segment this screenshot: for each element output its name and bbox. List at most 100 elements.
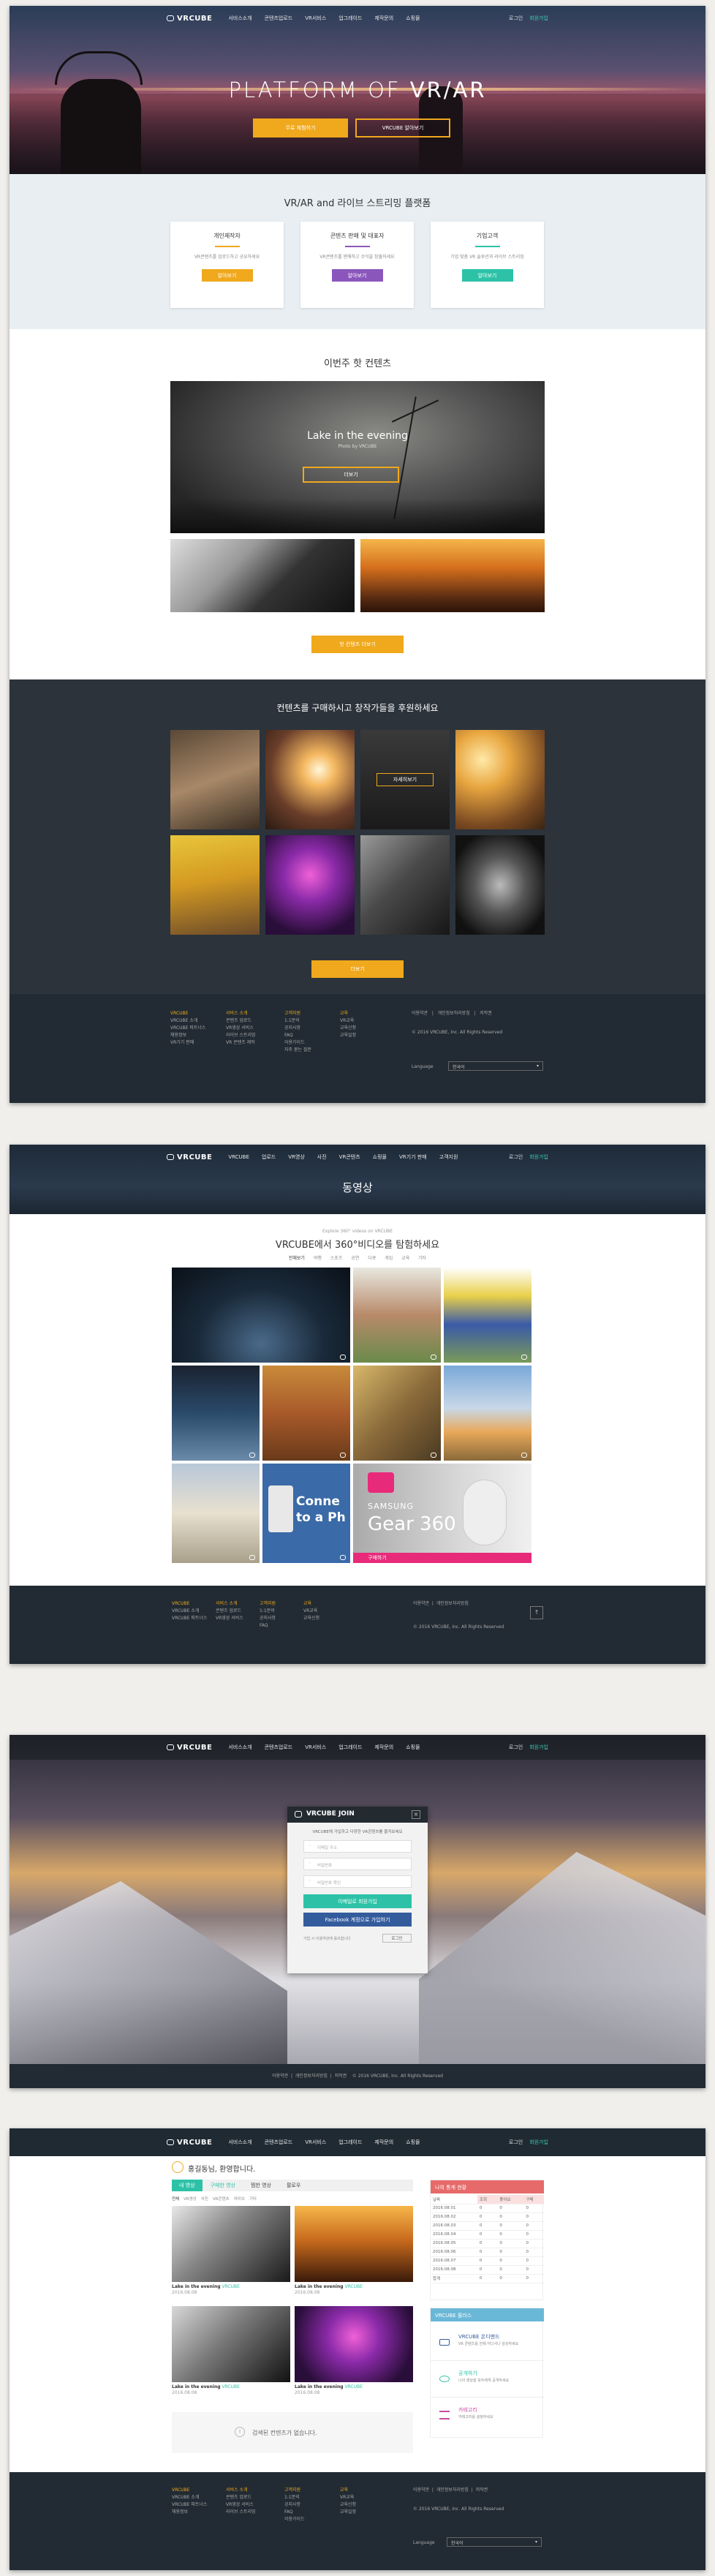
footer-link[interactable]: 이용가이드 [284, 2517, 305, 2522]
brand-logo[interactable]: VRCUBE [167, 1744, 212, 1752]
gear360-promo[interactable]: SAMSUNG Gear 360 구매하기 [353, 1464, 531, 1563]
brand-logo[interactable]: VRCUBE [167, 1153, 212, 1161]
nav-item[interactable]: VRCUBE [228, 1154, 249, 1160]
footer-link[interactable]: 라이브 스트리밍 [226, 2509, 256, 2515]
footer-right-link[interactable]: 개인정보처리방침 [438, 1011, 470, 1016]
footer-link[interactable]: 콘텐츠 업로드 [216, 1608, 241, 1613]
grid-photo[interactable] [265, 730, 355, 829]
nav-item[interactable]: 제작문의 [374, 15, 393, 22]
free-trial-button[interactable]: 무료 체험하기 [253, 118, 348, 138]
nav-item[interactable]: 사진 [317, 1153, 327, 1161]
footer-right-link[interactable]: 이용약관 [272, 2074, 288, 2079]
grid-photo[interactable] [455, 835, 545, 935]
footer-right-link[interactable]: 저작권 [476, 2488, 488, 2493]
filter-item[interactable]: 기타 [418, 1256, 426, 1261]
support-more-button[interactable]: 더보기 [311, 960, 404, 978]
footer-link[interactable]: 교육신청 [340, 1025, 356, 1031]
heart-icon[interactable] [340, 1453, 346, 1458]
footer-link[interactable]: 공지사항 [260, 1616, 276, 1621]
video-thumb[interactable] [444, 1366, 531, 1461]
footer-link[interactable]: 공지사항 [284, 2502, 300, 2507]
video-thumb[interactable] [353, 1268, 441, 1363]
footer-link[interactable]: 콘텐츠 업로드 [226, 2495, 251, 2500]
connect-promo[interactable]: Conne to a Ph [262, 1464, 350, 1563]
footer-link[interactable]: VRCUBE 소개 [170, 1018, 197, 1023]
nav-item[interactable]: 업로드 [262, 1153, 276, 1161]
footer-right-link[interactable]: 이용약관 [413, 2488, 429, 2493]
footer-link[interactable]: 이용가이드 [284, 1040, 305, 1045]
heart-icon[interactable] [521, 1453, 527, 1458]
brand-logo[interactable]: VRCUBE [167, 2139, 212, 2147]
nav-item[interactable]: VR기기 판매 [399, 1153, 427, 1161]
footer-link[interactable]: 1:1문의 [284, 1018, 300, 1023]
filter-item[interactable]: 스포츠 [330, 1256, 343, 1261]
nav-item[interactable]: 쇼핑몰 [406, 1744, 420, 1751]
nav-item[interactable]: 콘텐츠업로드 [265, 2139, 293, 2146]
footer-link[interactable]: 라이브 스트리밍 [226, 1033, 256, 1038]
grid-photo[interactable] [170, 835, 260, 935]
filter-item[interactable]: 전체 [172, 2197, 179, 2202]
footer-link[interactable]: VRCUBE 소개 [172, 2495, 199, 2500]
nav-item[interactable]: 콘텐츠업로드 [265, 1744, 293, 1751]
heart-icon[interactable] [340, 1355, 346, 1360]
filter-item[interactable]: 다큐 [368, 1256, 376, 1261]
heart-icon[interactable] [431, 1355, 436, 1360]
heart-icon[interactable] [249, 1453, 255, 1458]
nav-item[interactable]: VR콘텐츠 [339, 1153, 360, 1161]
nav-item[interactable]: 업그레이드 [338, 1744, 362, 1751]
tab-wishlist[interactable]: 찜한 영상 [243, 2180, 279, 2191]
footer-link[interactable]: 자주 묻는 질문 [284, 1047, 311, 1052]
nav-item[interactable]: 콘텐츠업로드 [265, 15, 293, 22]
facebook-signup-button[interactable]: Facebook 계정으로 가입하기 [303, 1913, 412, 1927]
thumb-image[interactable] [170, 539, 355, 612]
footer-link[interactable]: 교육일정 [340, 1033, 356, 1038]
filter-item[interactable]: 교육 [401, 1256, 409, 1261]
nav-item[interactable]: 서비스소개 [228, 2139, 251, 2146]
footer-link[interactable]: 1:1문의 [260, 1608, 275, 1613]
heart-icon[interactable] [521, 1355, 527, 1360]
nav-item[interactable]: VR영상 [288, 1153, 305, 1161]
footer-right-link[interactable]: 이용약관 [413, 1601, 429, 1606]
footer-link[interactable]: VR영상 서비스 [226, 1025, 254, 1031]
nav-item[interactable]: 쇼핑몰 [373, 1153, 387, 1161]
filter-item[interactable]: 전체보기 [289, 1256, 305, 1261]
language-select[interactable]: 한국어 ▾ [447, 2537, 542, 2547]
feature-image[interactable]: Lake in the evening Photo by VRCUBE 더보기 [170, 381, 545, 533]
footer-link[interactable]: 공지사항 [284, 1025, 300, 1031]
filter-item[interactable]: 라이브 [234, 2197, 245, 2202]
learn-more-button[interactable]: VRCUBE 알아보기 [355, 118, 450, 138]
signup-link[interactable]: 회원가입 [529, 1154, 548, 1160]
promo-bar[interactable]: 구매하기 [353, 1553, 531, 1563]
footer-link[interactable]: 1:1문의 [284, 2495, 300, 2500]
footer-link[interactable]: 채용정보 [172, 2509, 188, 2515]
plus-item[interactable]: 카테고리 카테고리를 설정하세요 [431, 2399, 544, 2434]
scroll-top-button[interactable]: ↑ [530, 1606, 543, 1619]
thumb-image[interactable] [360, 539, 545, 612]
login-link[interactable]: 로그인 [509, 1744, 523, 1750]
video-thumb[interactable] [172, 1464, 260, 1563]
heart-icon[interactable] [431, 1453, 436, 1458]
nav-item[interactable]: 쇼핑몰 [406, 2139, 420, 2146]
footer-link[interactable]: VRCUBE 파트너스 [172, 2502, 207, 2507]
signup-link[interactable]: 회원가입 [529, 1744, 548, 1750]
footer-link[interactable]: VR영상 서비스 [216, 1616, 243, 1621]
filter-item[interactable]: VR영상 [184, 2197, 197, 2202]
video-thumb[interactable] [444, 1268, 531, 1363]
footer-link[interactable]: 교육일정 [340, 2509, 356, 2515]
filter-item[interactable]: 기타 [249, 2197, 257, 2202]
filter-item[interactable]: 사진 [201, 2197, 208, 2202]
video-thumb[interactable] [172, 1268, 350, 1363]
content-thumb[interactable] [295, 2206, 413, 2282]
nav-item[interactable]: 업그레이드 [338, 2139, 362, 2146]
footer-link[interactable]: 교육신청 [340, 2502, 356, 2507]
footer-right-link[interactable]: 저작권 [480, 1011, 492, 1016]
login-link[interactable]: 로그인 [509, 15, 523, 21]
footer-right-link[interactable]: 개인정보처리방침 [436, 2488, 469, 2493]
feature-more-button[interactable]: 더보기 [303, 467, 399, 483]
footer-right-link[interactable]: 개인정보처리방침 [436, 1601, 469, 1606]
footer-right-link[interactable]: 개인정보처리방침 [295, 2074, 328, 2079]
footer-link[interactable]: 교육신청 [303, 1616, 319, 1621]
plus-item[interactable]: VRCUBE 온디맨드 VR 콘텐츠를 언제 어디서나 감상하세요 [431, 2326, 544, 2361]
nav-item[interactable]: 서비스소개 [228, 15, 251, 22]
close-icon[interactable]: × [412, 1810, 420, 1819]
